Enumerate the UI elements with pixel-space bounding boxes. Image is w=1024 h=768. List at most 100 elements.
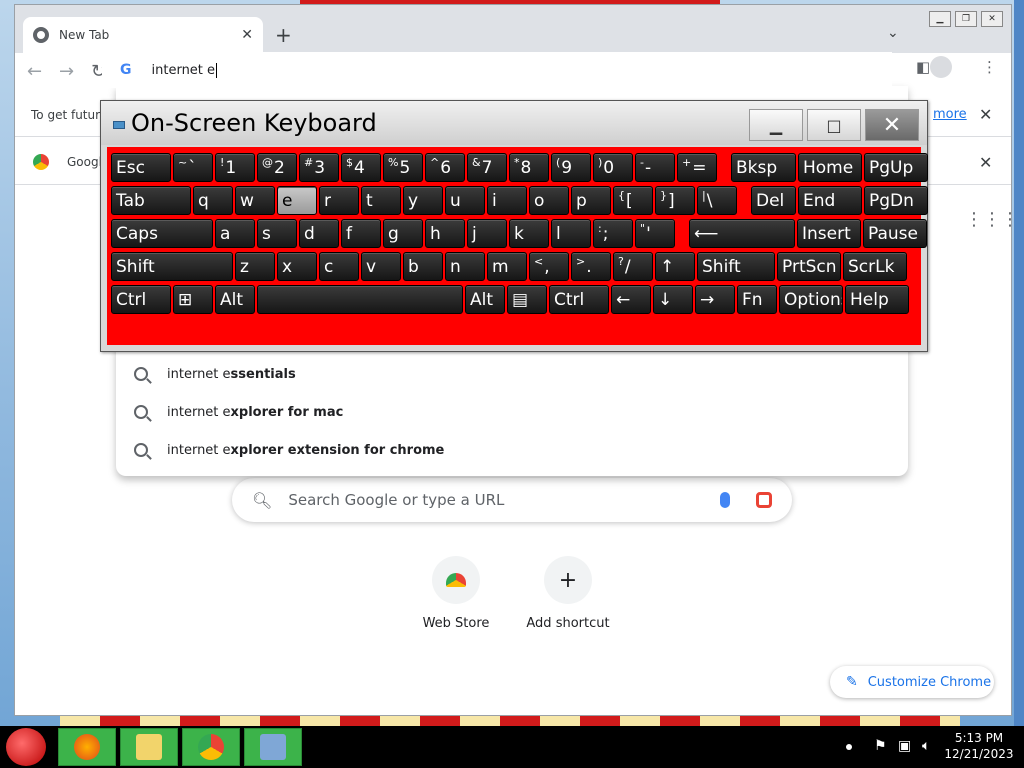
taskbar-on-screen-keyboard[interactable] [244, 728, 302, 766]
key[interactable]: q [193, 186, 233, 215]
key[interactable]: % 5 [383, 153, 423, 182]
key[interactable]: $4 [341, 153, 381, 182]
key[interactable]: p [571, 186, 611, 215]
omnibox-input[interactable]: internet e [152, 62, 218, 78]
tab-new-tab[interactable]: New Tab ✕ [23, 17, 263, 53]
close-window-icon[interactable]: ✕ [981, 11, 1003, 27]
taskbar-file-explorer[interactable] [120, 728, 178, 766]
key[interactable]: PrtScn [777, 252, 841, 281]
key[interactable]: + = [677, 153, 717, 182]
key[interactable]: o [529, 186, 569, 215]
key[interactable]: <, [529, 252, 569, 281]
key[interactable]: b [403, 252, 443, 281]
key[interactable]: -- [635, 153, 675, 182]
key[interactable]: Home [798, 153, 862, 182]
key[interactable]: d [299, 219, 339, 248]
key[interactable]: Options [779, 285, 843, 314]
key[interactable]: {[ [613, 186, 653, 215]
key[interactable]: #3 [299, 153, 339, 182]
key[interactable]: Ctrl [549, 285, 609, 314]
suggestion-item[interactable]: internet explorer extension for chrome [116, 431, 908, 469]
key[interactable]: Ctrl [111, 285, 171, 314]
key[interactable]: → [695, 285, 735, 314]
key[interactable]: z [235, 252, 275, 281]
key[interactable]: y [403, 186, 443, 215]
minimize-window-icon[interactable]: ▁ [929, 11, 951, 27]
osk-minimize-icon[interactable]: ▁ [749, 109, 803, 141]
key[interactable]: | \ [697, 186, 737, 215]
tray-flag-icon[interactable]: ⚑ [874, 738, 887, 754]
key[interactable]: ↓ [653, 285, 693, 314]
key[interactable]: Alt [215, 285, 255, 314]
shortcut-web-store[interactable]: Web Store [401, 556, 511, 631]
key[interactable]: r [319, 186, 359, 215]
info-bar-learn-more-link[interactable]: more [933, 107, 967, 122]
taskbar-firefox[interactable] [58, 728, 116, 766]
key[interactable]: f [341, 219, 381, 248]
key[interactable]: ↑ [655, 252, 695, 281]
bookmark-label[interactable]: Googl [67, 155, 102, 169]
osk-title-bar[interactable]: On-Screen Keyboard ▁ □ ✕ [101, 101, 927, 145]
key[interactable]: Del [751, 186, 796, 215]
google-lens-icon[interactable] [756, 492, 772, 508]
key[interactable]: ← [611, 285, 651, 314]
key[interactable]: " ' [635, 219, 675, 248]
key[interactable]: Pause [863, 219, 927, 248]
key[interactable]: :; [593, 219, 633, 248]
chrome-menu-icon[interactable]: ⋮ [982, 58, 997, 76]
key[interactable]: Tab [111, 186, 191, 215]
profile-avatar[interactable] [930, 56, 952, 78]
key[interactable]: End [798, 186, 862, 215]
add-shortcut-button[interactable]: + Add shortcut [513, 556, 623, 631]
key[interactable]: PgDn [864, 186, 928, 215]
new-tab-button[interactable]: + [275, 23, 292, 47]
info-bar-close-icon[interactable]: ✕ [979, 105, 992, 124]
volume-icon[interactable]: 🔈︎ [922, 738, 930, 754]
key[interactable]: ⟵ [689, 219, 795, 248]
key[interactable]: g [383, 219, 423, 248]
key[interactable]: j [467, 219, 507, 248]
key-space[interactable] [257, 285, 463, 314]
key[interactable]: c [319, 252, 359, 281]
key[interactable]: Bksp [731, 153, 796, 182]
key[interactable]: l [551, 219, 591, 248]
key[interactable]: h [425, 219, 465, 248]
key[interactable]: k [509, 219, 549, 248]
menu-icon[interactable]: ▤ [507, 285, 547, 314]
key[interactable]: n [445, 252, 485, 281]
key[interactable]: Caps [111, 219, 213, 248]
key[interactable]: Alt [465, 285, 505, 314]
google-apps-icon[interactable]: ⋮⋮⋮ [965, 209, 1019, 230]
suggestion-item[interactable]: internet explorer for mac [116, 393, 908, 431]
key[interactable]: Esc [111, 153, 171, 182]
key[interactable]: >. [571, 252, 611, 281]
key[interactable]: & 7 [467, 153, 507, 182]
key[interactable]: u [445, 186, 485, 215]
key[interactable]: Help [845, 285, 909, 314]
key[interactable]: ^ 6 [425, 153, 465, 182]
forward-arrow-icon[interactable]: → [59, 61, 74, 82]
key[interactable]: Fn [737, 285, 777, 314]
tab-close-icon[interactable]: ✕ [241, 27, 253, 43]
system-clock[interactable]: 5:13 PM 12/21/2023 [944, 730, 1014, 762]
ntp-search-box[interactable]: 🔍︎ Search Google or type a URL [232, 478, 792, 522]
osk-maximize-icon[interactable]: □ [807, 109, 861, 141]
tray-network-icon[interactable]: ▣ [898, 738, 911, 754]
key[interactable]: i [487, 186, 527, 215]
key[interactable]: ! 1 [215, 153, 255, 182]
key[interactable]: ~ ` [173, 153, 213, 182]
key[interactable]: @2 [257, 153, 297, 182]
key[interactable]: ) 0 [593, 153, 633, 182]
start-button[interactable] [6, 728, 46, 766]
key[interactable]: x [277, 252, 317, 281]
key[interactable]: s [257, 219, 297, 248]
key[interactable]: * 8 [509, 153, 549, 182]
key[interactable]: Shift [697, 252, 775, 281]
tab-search-chevron-icon[interactable]: ⌄ [887, 25, 899, 41]
key[interactable]: ? / [613, 252, 653, 281]
key[interactable]: }] [655, 186, 695, 215]
key[interactable]: v [361, 252, 401, 281]
key[interactable]: (9 [551, 153, 591, 182]
back-arrow-icon[interactable]: ← [27, 61, 42, 82]
suggestion-item[interactable]: internet essentials [116, 355, 908, 393]
